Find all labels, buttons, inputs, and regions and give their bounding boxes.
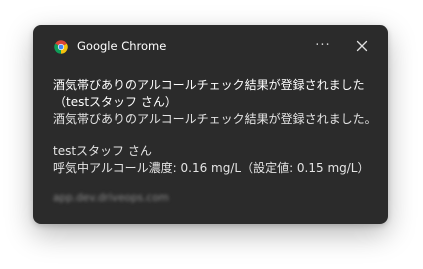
notification-body: 酒気帯びありのアルコールチェック結果が登録されました （testスタッフ さん）…	[53, 77, 381, 177]
chrome-icon	[54, 39, 68, 54]
app-name: Google Chrome	[77, 39, 167, 53]
close-icon	[356, 40, 368, 52]
staff-name: testスタッフ さん	[53, 144, 152, 158]
close-button[interactable]	[351, 35, 373, 57]
alcohol-concentration: 呼気中アルコール濃度: 0.16 mg/L（設定値: 0.15 mg/L）	[53, 161, 370, 175]
more-options-button[interactable]: ···	[311, 35, 335, 57]
notification-message: 酒気帯びありのアルコールチェック結果が登録されました。	[53, 112, 377, 126]
notification-toast[interactable]: Google Chrome ··· 酒気帯びありのアルコールチェック結果が登録さ…	[33, 25, 388, 224]
notification-title-continued: （testスタッフ さん）	[54, 95, 177, 109]
notification-header: Google Chrome ···	[33, 25, 388, 67]
more-icon: ···	[315, 38, 331, 53]
notification-title: 酒気帯びありのアルコールチェック結果が登録されました	[53, 78, 365, 92]
source-url: app.dev.driveops.com	[53, 192, 169, 204]
